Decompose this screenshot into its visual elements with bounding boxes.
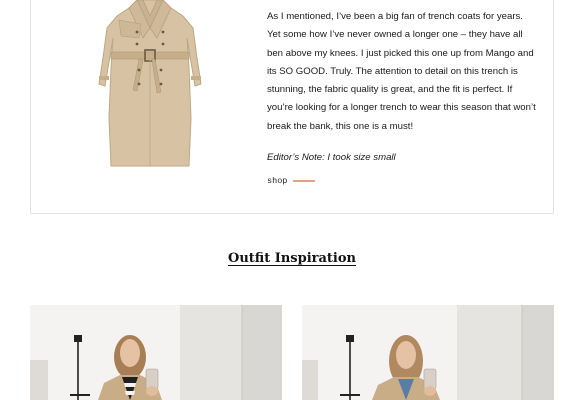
shop-link[interactable]: shop xyxy=(267,176,316,186)
product-description-text: As I mentioned, I’ve been a big fan of t… xyxy=(267,11,536,132)
outfit-photo-left[interactable] xyxy=(30,305,282,400)
product-card: As I mentioned, I’ve been a big fan of t… xyxy=(30,0,554,214)
trench-coat-image[interactable] xyxy=(97,0,203,168)
editors-note: Editor’s Note: I took size small xyxy=(267,152,396,163)
shop-link-label[interactable]: shop xyxy=(267,176,287,186)
product-description: As I mentioned, I’ve been a big fan of t… xyxy=(267,8,537,136)
outfit-photo-right[interactable] xyxy=(302,305,554,400)
outfit-inspiration-heading: Outfit Inspiration xyxy=(228,251,356,266)
shop-link-underline xyxy=(293,180,316,182)
